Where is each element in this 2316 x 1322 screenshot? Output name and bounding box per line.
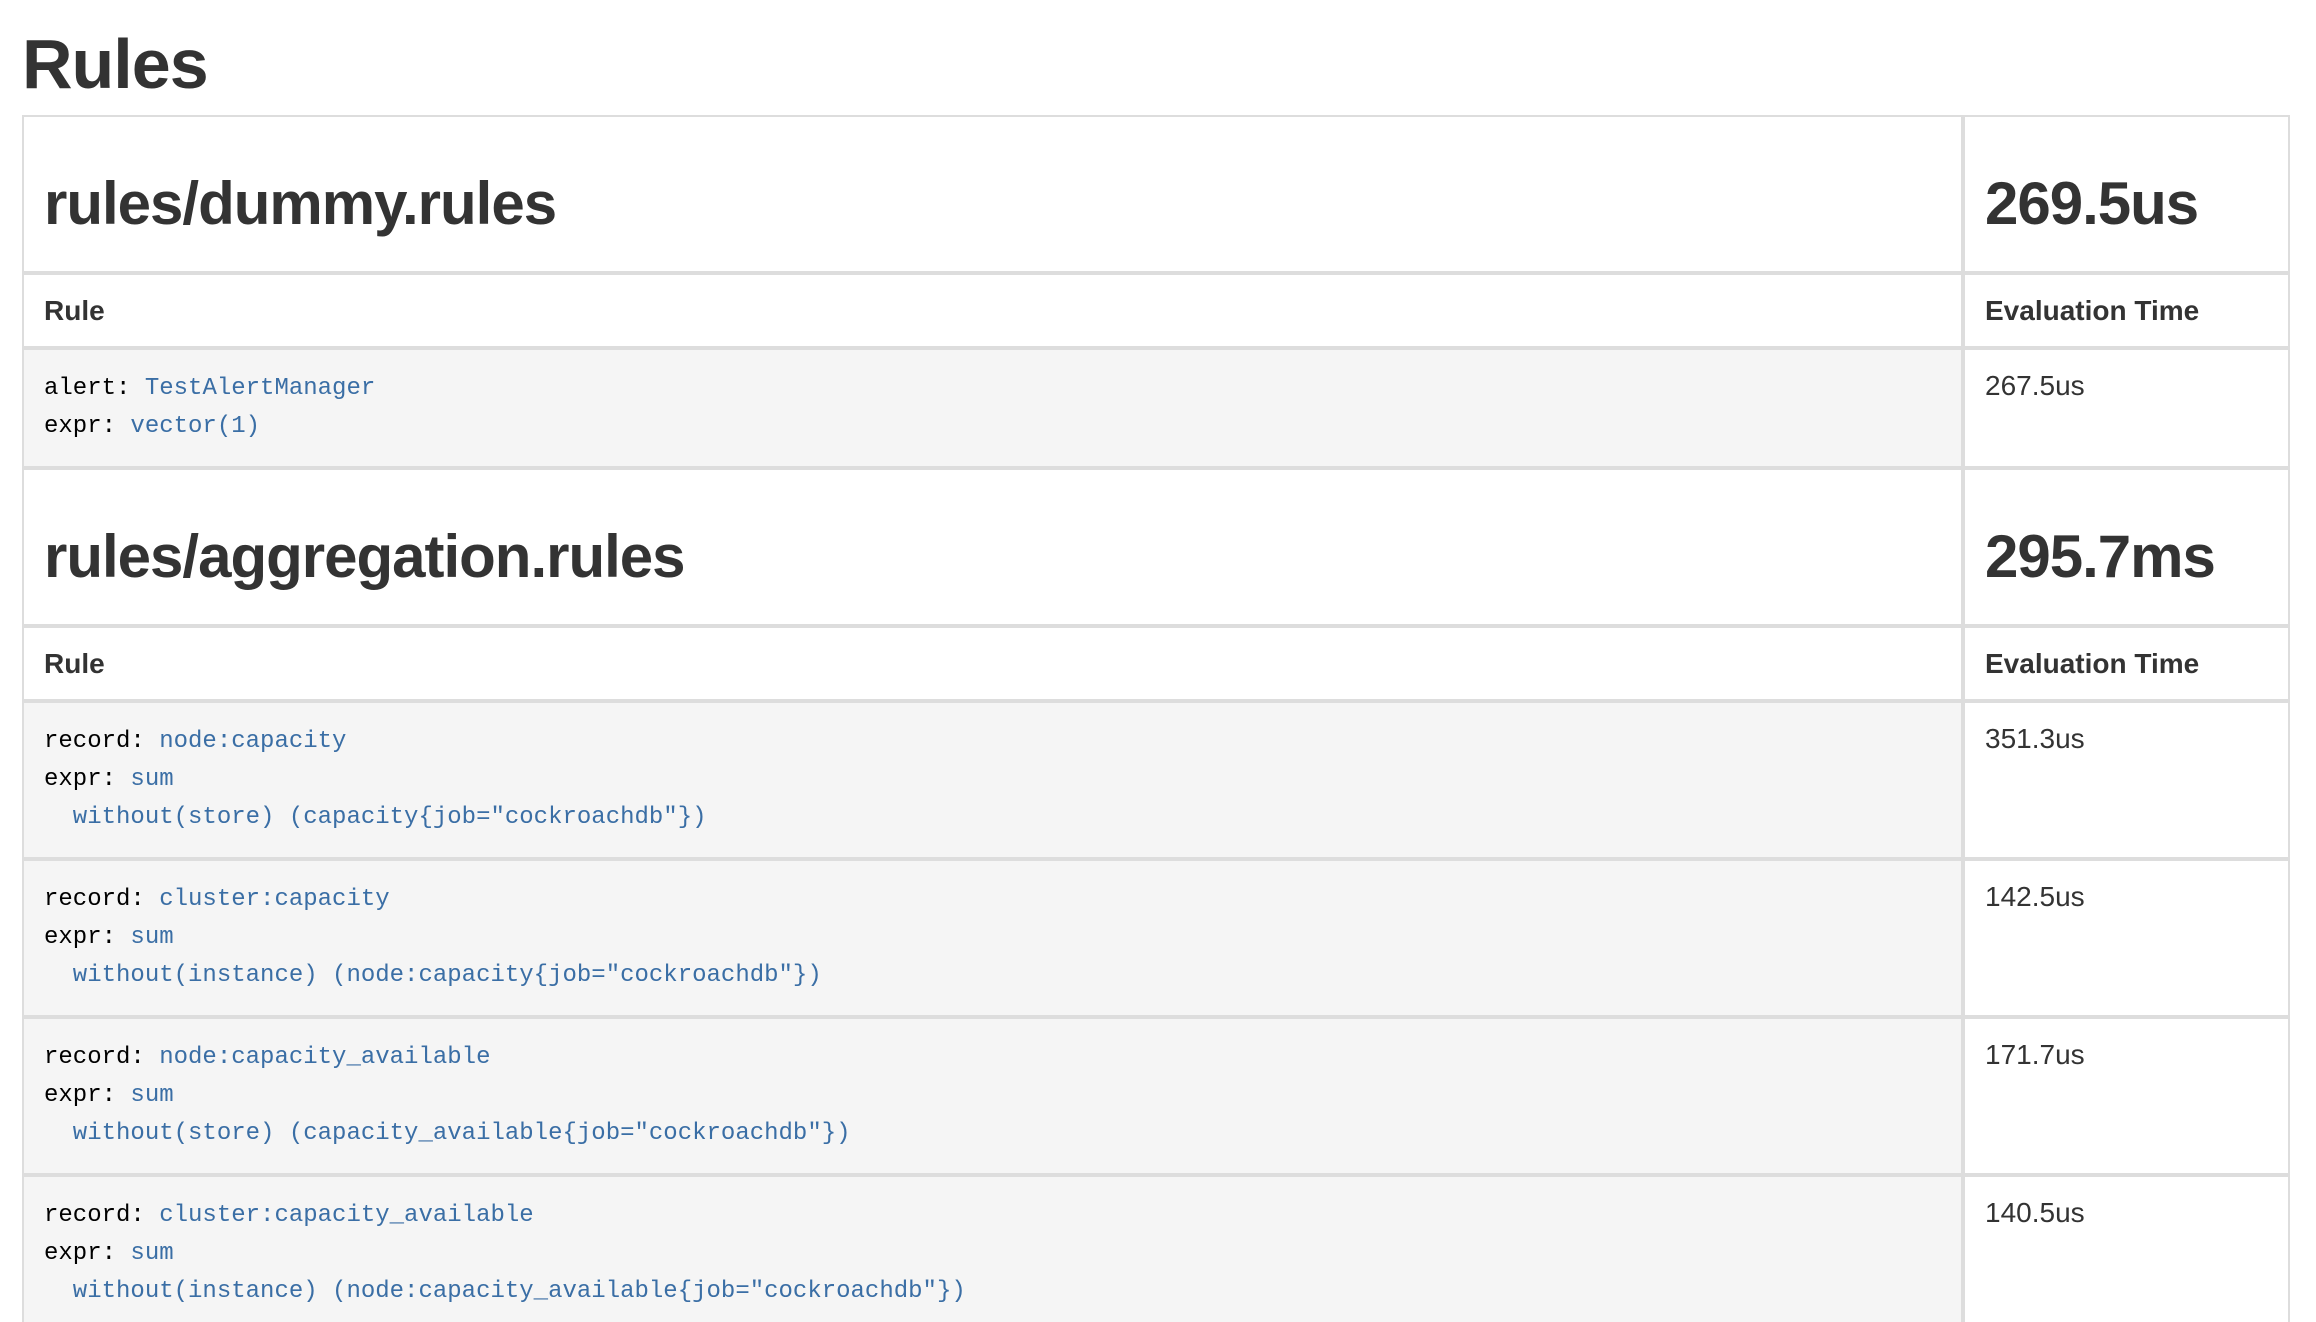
eval-time-value: 351.3us [1985, 723, 2085, 754]
record-keyword: record: [44, 1202, 159, 1229]
rules-table: rules/dummy.rules 269.5us Rule Evaluatio… [22, 115, 2290, 1322]
alert-keyword: alert: [44, 375, 145, 402]
record-name-link[interactable]: cluster:capacity_available [159, 1202, 533, 1229]
rule-row: record: node:capacity_available expr: su… [22, 1017, 2290, 1175]
record-keyword: record: [44, 728, 159, 755]
eval-time-value: 142.5us [1985, 881, 2085, 912]
rule-column-header: Rule [44, 295, 105, 326]
rule-expr-link[interactable]: vector(1) [130, 413, 260, 440]
group-eval-total-cell: 295.7ms [1963, 468, 2290, 626]
group-eval-total-cell: 269.5us [1963, 115, 2290, 273]
expr-keyword: expr: [44, 1240, 130, 1267]
eval-time-cell: 142.5us [1963, 859, 2290, 1017]
record-keyword: record: [44, 1044, 159, 1071]
group-file-name: rules/dummy.rules [44, 171, 1941, 237]
expr-keyword: expr: [44, 413, 130, 440]
group-eval-total: 269.5us [1985, 171, 2268, 237]
eval-time-cell: 171.7us [1963, 1017, 2290, 1175]
expr-keyword: expr: [44, 924, 130, 951]
eval-time-value: 267.5us [1985, 370, 2085, 401]
rule-row: record: cluster:capacity_available expr:… [22, 1175, 2290, 1322]
eval-time-cell: 351.3us [1963, 701, 2290, 859]
rule-row: record: cluster:capacity expr: sum witho… [22, 859, 2290, 1017]
record-name-link[interactable]: cluster:capacity [159, 886, 389, 913]
rule-code: record: cluster:capacity expr: sum witho… [44, 881, 1941, 995]
record-name-link[interactable]: node:capacity [159, 728, 346, 755]
rules-page: Rules rules/dummy.rules 269.5us Rule [22, 26, 2290, 1322]
rule-row: record: node:capacity expr: sum without(… [22, 701, 2290, 859]
eval-time-value: 140.5us [1985, 1197, 2085, 1228]
expr-keyword: expr: [44, 1082, 130, 1109]
alert-name-link[interactable]: TestAlertManager [145, 375, 375, 402]
eval-column-header-cell: Evaluation Time [1963, 273, 2290, 348]
rule-expr-link[interactable]: sum without(instance) (node:capacity_ava… [44, 1240, 966, 1305]
rule-column-header: Rule [44, 648, 105, 679]
rule-row: alert: TestAlertManager expr: vector(1) … [22, 348, 2290, 468]
rule-expr-link[interactable]: sum without(store) (capacity_available{j… [44, 1082, 851, 1147]
rule-expr-link[interactable]: sum without(store) (capacity{job="cockro… [44, 766, 707, 831]
rule-code: record: node:capacity expr: sum without(… [44, 723, 1941, 837]
rule-cell: record: cluster:capacity expr: sum witho… [22, 859, 1963, 1017]
record-name-link[interactable]: node:capacity_available [159, 1044, 490, 1071]
eval-time-column-header: Evaluation Time [1985, 295, 2199, 326]
record-keyword: record: [44, 886, 159, 913]
rule-code: alert: TestAlertManager expr: vector(1) [44, 370, 1941, 446]
group-header-row: rules/dummy.rules 269.5us [22, 115, 2290, 273]
rule-cell: record: cluster:capacity_available expr:… [22, 1175, 1963, 1322]
eval-time-value: 171.7us [1985, 1039, 2085, 1070]
column-header-row: Rule Evaluation Time [22, 273, 2290, 348]
group-file-cell: rules/dummy.rules [22, 115, 1963, 273]
group-eval-total: 295.7ms [1985, 524, 2268, 590]
eval-time-cell: 140.5us [1963, 1175, 2290, 1322]
eval-time-column-header: Evaluation Time [1985, 648, 2199, 679]
rule-column-header-cell: Rule [22, 273, 1963, 348]
rule-code: record: node:capacity_available expr: su… [44, 1039, 1941, 1153]
eval-time-cell: 267.5us [1963, 348, 2290, 468]
rule-cell: record: node:capacity expr: sum without(… [22, 701, 1963, 859]
group-header-row: rules/aggregation.rules 295.7ms [22, 468, 2290, 626]
group-file-cell: rules/aggregation.rules [22, 468, 1963, 626]
rule-cell: alert: TestAlertManager expr: vector(1) [22, 348, 1963, 468]
column-header-row: Rule Evaluation Time [22, 626, 2290, 701]
group-file-name: rules/aggregation.rules [44, 524, 1941, 590]
rule-code: record: cluster:capacity_available expr:… [44, 1197, 1941, 1311]
eval-column-header-cell: Evaluation Time [1963, 626, 2290, 701]
rule-expr-link[interactable]: sum without(instance) (node:capacity{job… [44, 924, 822, 989]
expr-keyword: expr: [44, 766, 130, 793]
rule-cell: record: node:capacity_available expr: su… [22, 1017, 1963, 1175]
page-title: Rules [22, 26, 2290, 103]
rule-column-header-cell: Rule [22, 626, 1963, 701]
